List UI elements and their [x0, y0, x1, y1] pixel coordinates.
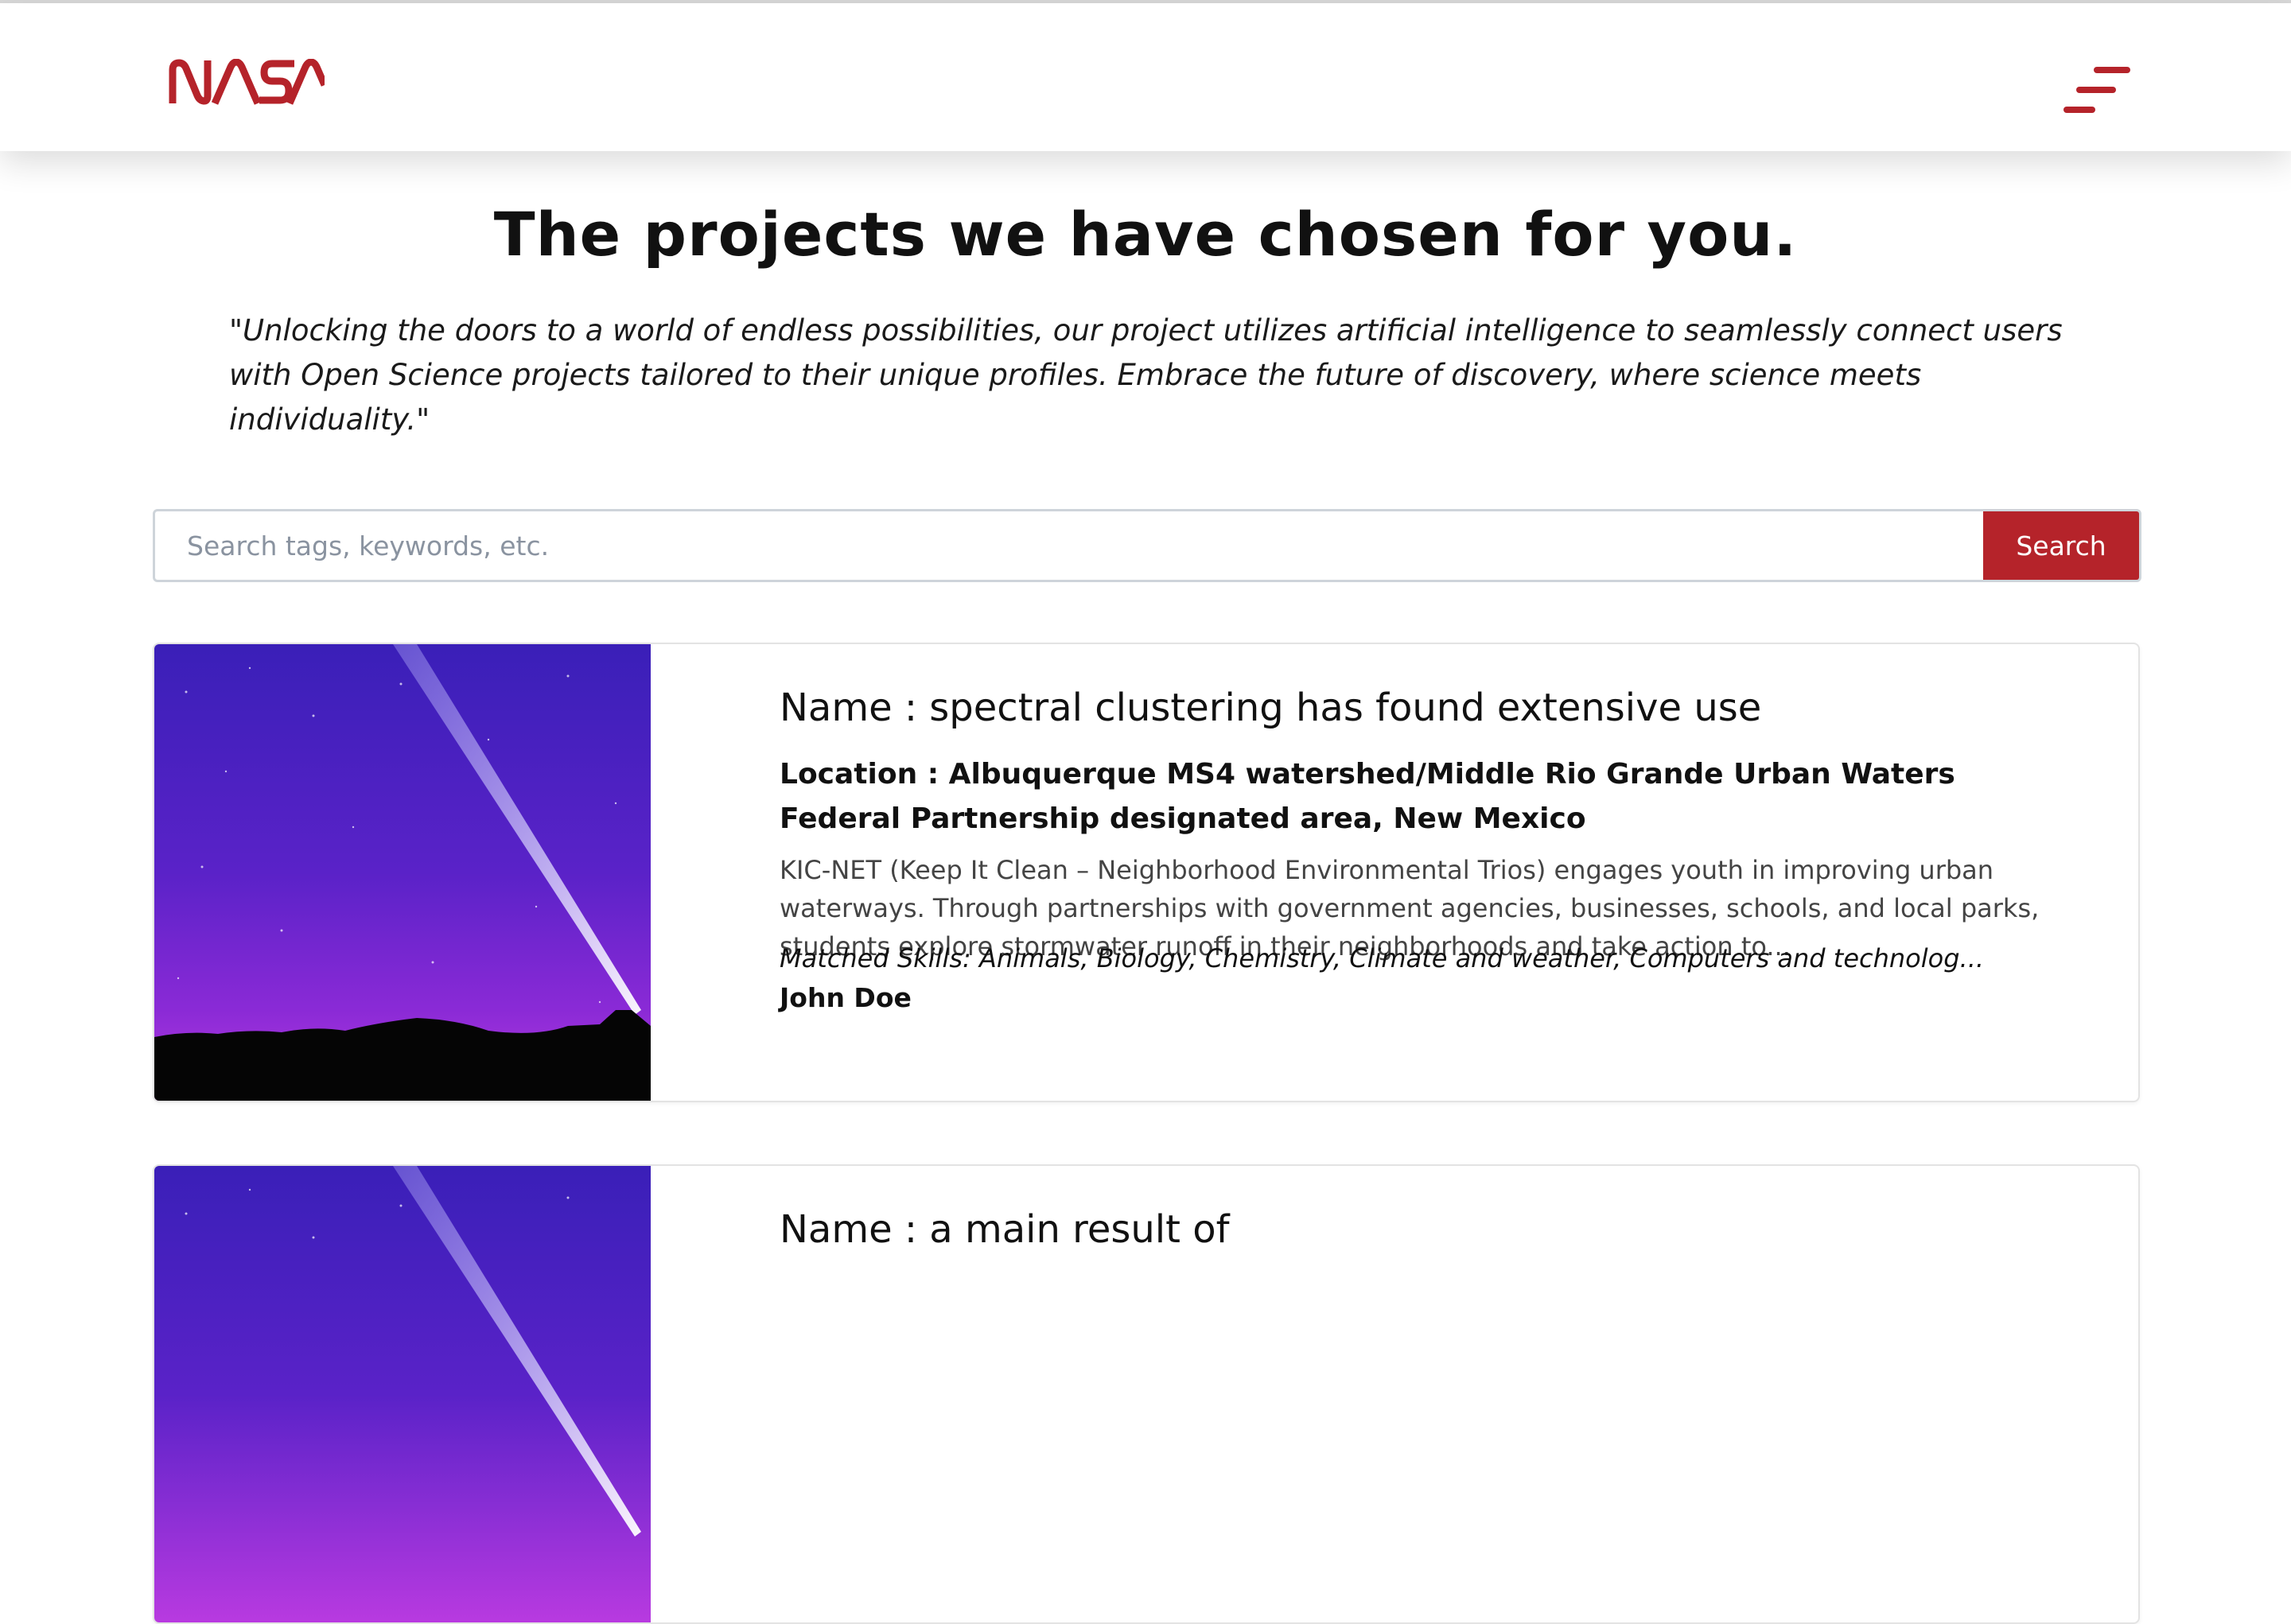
project-author: John Doe	[780, 982, 912, 1013]
project-matched-skills: Matched Skills: Animals, Biology, Chemis…	[780, 943, 1985, 973]
project-card[interactable]: Name : spectral clustering has found ext…	[153, 643, 2140, 1102]
project-image	[154, 1166, 651, 1622]
intro-quote: "Unlocking the doors to a world of endle…	[229, 313, 2063, 437]
search-button[interactable]: Search	[1983, 511, 2139, 580]
project-card[interactable]: Name : a main result of	[153, 1164, 2140, 1624]
project-name[interactable]: Name : spectral clustering has found ext…	[780, 686, 1761, 730]
nasa-worm-logo-icon	[169, 58, 329, 105]
project-name[interactable]: Name : a main result of	[780, 1207, 1229, 1252]
search-bar: Search	[153, 509, 2141, 582]
search-input[interactable]	[155, 511, 1983, 580]
navbar	[0, 3, 2291, 151]
hamburger-menu-icon[interactable]	[2063, 64, 2130, 116]
page-title: The projects we have chosen for you.	[493, 199, 1798, 270]
nasa-logo[interactable]	[169, 58, 329, 108]
project-location: Location : Albuquerque MS4 watershed/Mid…	[780, 758, 1955, 835]
project-image	[154, 644, 651, 1101]
